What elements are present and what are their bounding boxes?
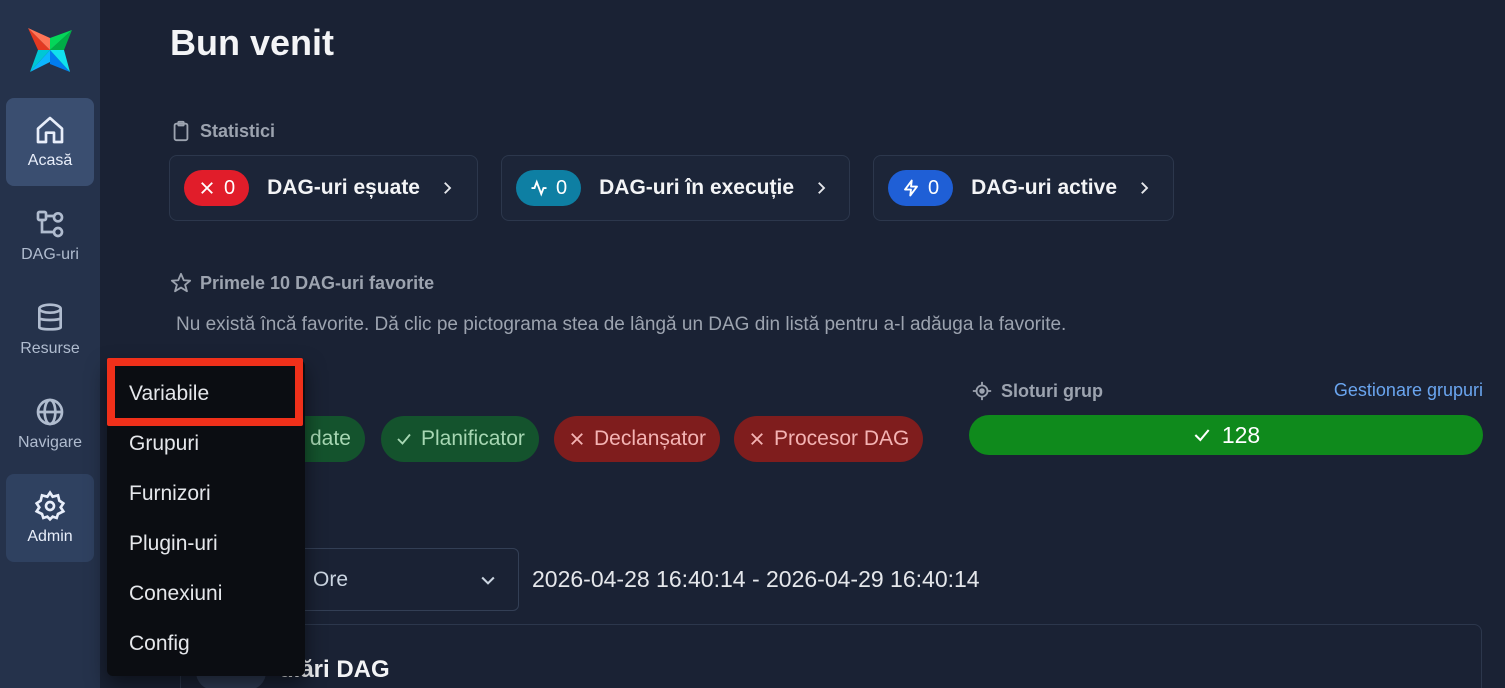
chevron-right-icon — [1141, 182, 1149, 194]
sidebar: Acasă DAG-uri Resurse Navigare Admin — [0, 0, 100, 688]
globe-icon — [36, 398, 64, 426]
active-count: 0 — [928, 176, 940, 199]
sidebar-item-label: DAG-uri — [21, 246, 79, 263]
lightning-icon — [904, 179, 918, 197]
chevron-right-icon — [818, 182, 826, 194]
sidebar-item-label: Acasă — [27, 152, 73, 169]
highlight-box — [107, 358, 303, 426]
sidebar-item-label: Resurse — [20, 340, 80, 357]
menu-item-plugins[interactable]: Plugin-uri — [129, 532, 218, 556]
running-count-badge: 0 — [516, 170, 582, 206]
failed-dags-label: DAG-uri eșuate — [267, 176, 420, 199]
menu-item-connections[interactable]: Conexiuni — [129, 582, 222, 606]
active-dags-card[interactable]: 0 DAG-uri active — [873, 155, 1174, 221]
health-pill-label: date — [310, 427, 351, 450]
sidebar-item-browse[interactable]: Navigare — [6, 380, 94, 468]
sidebar-item-dags[interactable]: DAG-uri — [6, 192, 94, 280]
menu-item-providers[interactable]: Furnizori — [129, 482, 211, 506]
health-pill-triggerer[interactable]: Declanșator — [554, 416, 721, 462]
running-dags-card[interactable]: 0 DAG-uri în execuție — [501, 155, 850, 221]
sidebar-item-resources[interactable]: Resurse — [6, 286, 94, 374]
health-pill-label: Declanșator — [594, 427, 707, 450]
pools-label: Sloturi grup — [1001, 380, 1103, 401]
x-icon — [201, 182, 213, 194]
date-range: 2026-04-28 16:40:14 - 2026-04-29 16:40:1… — [532, 566, 980, 592]
health-pill-scheduler[interactable]: Planificator — [381, 416, 539, 462]
favorites-empty-message: Nu există încă favorite. Dă clic pe pict… — [176, 314, 1067, 335]
stats-section-label: Statistici — [170, 120, 275, 142]
running-count: 0 — [556, 176, 568, 199]
page-title: Bun venit — [170, 22, 335, 63]
star-icon — [170, 272, 192, 293]
health-pill-dag-processor[interactable]: Procesor DAG — [734, 416, 924, 462]
chevron-down-icon — [481, 576, 495, 585]
sidebar-item-label: Admin — [27, 528, 73, 545]
active-count-badge: 0 — [888, 170, 954, 206]
dag-icon — [36, 210, 64, 238]
active-dags-label: DAG-uri active — [971, 176, 1117, 199]
pool-slots-value: 128 — [1221, 421, 1261, 448]
time-unit-select[interactable]: Ore — [280, 548, 519, 611]
sidebar-item-label: Navigare — [17, 434, 83, 451]
x-icon — [571, 433, 583, 445]
manage-pools-link[interactable]: Gestionare grupuri — [1334, 380, 1483, 401]
health-pill-label: Planificator — [421, 427, 525, 450]
chevron-right-icon — [444, 182, 452, 194]
check-icon — [397, 433, 411, 445]
favorites-section-label: Primele 10 DAG-uri favorite — [170, 272, 434, 294]
sidebar-item-admin[interactable]: Admin — [6, 474, 94, 562]
airflow-logo-icon[interactable] — [24, 24, 76, 76]
activity-icon — [531, 179, 547, 197]
running-dags-label: DAG-uri în execuție — [599, 176, 795, 199]
failed-count-badge: 0 — [184, 170, 250, 206]
x-icon — [751, 433, 763, 445]
failed-count: 0 — [224, 176, 236, 199]
pools-section-label: Sloturi grup — [971, 380, 1103, 402]
favorites-label: Primele 10 DAG-uri favorite — [200, 272, 435, 293]
time-unit-value: Ore — [313, 567, 349, 591]
gear-icon — [34, 490, 66, 522]
sidebar-item-home[interactable]: Acasă — [6, 98, 94, 186]
clipboard-icon — [173, 120, 189, 142]
failed-dags-card[interactable]: 0 DAG-uri eșuate — [169, 155, 478, 221]
check-icon — [1194, 429, 1210, 442]
target-icon — [972, 381, 992, 401]
home-icon — [36, 116, 64, 144]
health-pill-label: Procesor DAG — [774, 427, 910, 450]
stats-label: Statistici — [200, 120, 276, 141]
database-icon — [38, 303, 62, 331]
pool-slots-bar[interactable]: 128 — [969, 415, 1483, 455]
menu-item-pools[interactable]: Grupuri — [129, 432, 199, 456]
menu-item-config[interactable]: Config — [129, 632, 190, 656]
